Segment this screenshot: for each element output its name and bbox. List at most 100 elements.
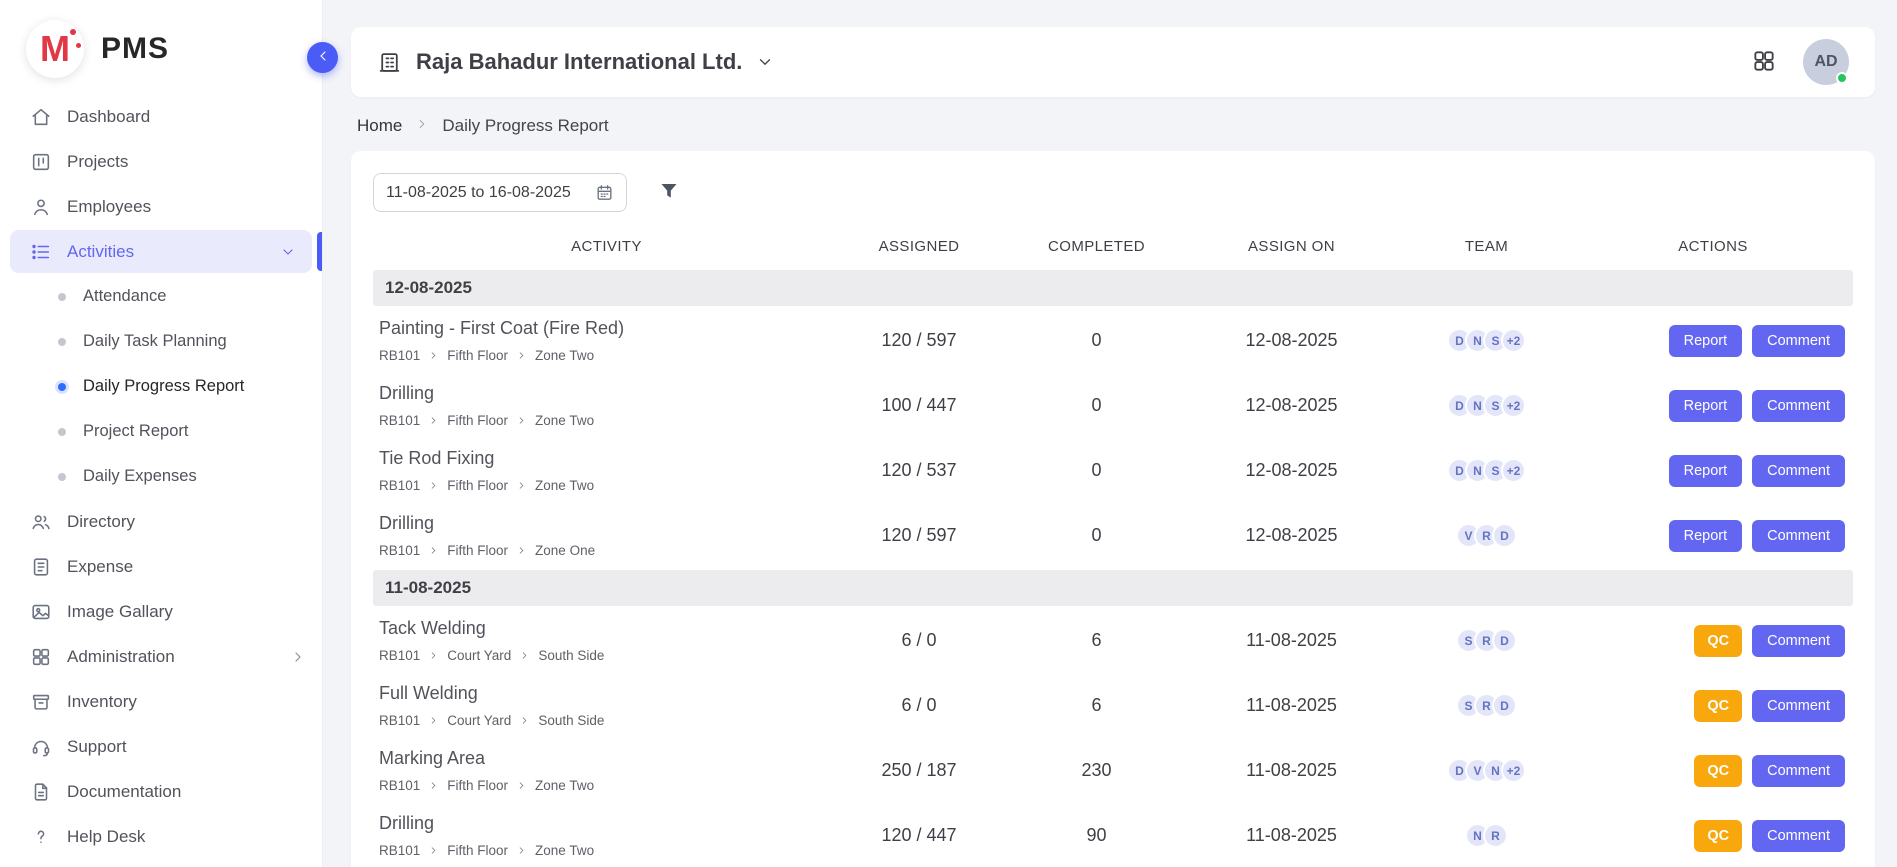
sidebar-subitem-daily-expenses[interactable]: Daily Expenses xyxy=(0,454,322,499)
activity-location-path: RB101Fifth FloorZone Two xyxy=(379,778,824,793)
date-range-value: 11-08-2025 to 16-08-2025 xyxy=(386,184,571,202)
comment-button[interactable]: Comment xyxy=(1752,455,1845,487)
activity-cell: DrillingRB101Fifth FloorZone Two xyxy=(379,813,834,858)
sidebar-item-label: Projects xyxy=(67,152,128,172)
breadcrumb-home[interactable]: Home xyxy=(357,116,402,136)
report-button[interactable]: Report xyxy=(1669,455,1743,487)
activity-title: Tie Rod Fixing xyxy=(379,448,824,469)
report-card: 11-08-2025 to 16-08-2025 ACTIVITYASSIGNE… xyxy=(351,151,1875,867)
sidebar-item-help-desk[interactable]: Help Desk xyxy=(0,814,322,859)
qc-button[interactable]: QC xyxy=(1694,625,1742,657)
bullet-dot-icon xyxy=(58,293,66,301)
user-avatar[interactable]: AD xyxy=(1803,39,1849,85)
company-name: Raja Bahadur International Ltd. xyxy=(416,49,742,75)
company-selector[interactable]: Raja Bahadur International Ltd. xyxy=(377,49,774,75)
comment-button[interactable]: Comment xyxy=(1752,625,1845,657)
completed-cell: 0 xyxy=(1004,395,1189,416)
qc-button[interactable]: QC xyxy=(1694,820,1742,852)
sidebar-item-administration[interactable]: Administration xyxy=(0,634,322,679)
sidebar-item-label: Administration xyxy=(67,647,175,667)
sidebar-item-label: Inventory xyxy=(67,692,137,712)
sidebar-item-inventory[interactable]: Inventory xyxy=(0,679,322,724)
date-range-input[interactable]: 11-08-2025 to 16-08-2025 xyxy=(373,173,627,212)
comment-button[interactable]: Comment xyxy=(1752,755,1845,787)
chevron-right-icon xyxy=(428,650,439,661)
sidebar-item-projects[interactable]: Projects xyxy=(0,139,322,184)
sidebar-subitem-attendance[interactable]: Attendance xyxy=(0,274,322,319)
sidebar-item-activities[interactable]: Activities xyxy=(10,230,312,273)
assigned-cell: 120 / 597 xyxy=(834,525,1004,546)
completed-cell: 6 xyxy=(1004,695,1189,716)
comment-button[interactable]: Comment xyxy=(1752,390,1845,422)
sidebar-item-expense[interactable]: Expense xyxy=(0,544,322,589)
activity-cell: DrillingRB101Fifth FloorZone Two xyxy=(379,383,834,428)
table-header: ACTIVITYASSIGNEDCOMPLETEDASSIGN ONTEAMAC… xyxy=(373,220,1853,268)
activity-title: Drilling xyxy=(379,513,824,534)
path-segment: RB101 xyxy=(379,348,420,363)
path-segment: Zone One xyxy=(535,543,595,558)
table-row: Painting - First Coat (Fire Red) RB101 Fif… xyxy=(373,308,1853,373)
help-icon xyxy=(30,826,52,848)
table-row: Full WeldingRB101Court YardSouth Side6 /… xyxy=(373,673,1853,738)
comment-button[interactable]: Comment xyxy=(1752,325,1845,357)
report-button[interactable]: Report xyxy=(1669,325,1743,357)
online-status-dot xyxy=(1836,72,1848,84)
chevron-right-icon xyxy=(516,415,527,426)
sidebar-nav: Dashboard Projects EmployeesActivities Atte… xyxy=(0,94,322,859)
comment-button[interactable]: Comment xyxy=(1752,520,1845,552)
sidebar-subitem-project-report[interactable]: Project Report xyxy=(0,409,322,454)
completed-cell: 90 xyxy=(1004,825,1189,846)
path-segment: Zone Two xyxy=(535,413,594,428)
sidebar-item-dashboard[interactable]: Dashboard xyxy=(0,94,322,139)
completed-cell: 6 xyxy=(1004,630,1189,651)
activity-title: Painting - First Coat (Fire Red) xyxy=(379,318,824,339)
activity-location-path: RB101Fifth FloorZone Two xyxy=(379,478,824,493)
team-cell: DNS+2 xyxy=(1394,458,1579,483)
actions-cell: Report Comment xyxy=(1579,455,1847,487)
chevron-right-icon xyxy=(428,845,439,856)
report-button[interactable]: Report xyxy=(1669,390,1743,422)
table-row: Tack WeldingRB101Court YardSouth Side6 /… xyxy=(373,608,1853,673)
team-cell: SRD xyxy=(1394,628,1579,653)
sidebar-subitem-daily-progress-report[interactable]: Daily Progress Report xyxy=(0,364,322,409)
app-root: M PMS Dashboard Projects EmployeesActiviti… xyxy=(0,0,1897,867)
assign-on-cell: 11-08-2025 xyxy=(1189,825,1394,846)
apps-grid-button[interactable] xyxy=(1751,48,1777,77)
sidebar-item-employees[interactable]: Employees xyxy=(0,184,322,229)
administration-icon xyxy=(30,646,52,668)
sidebar-subitem-label: Attendance xyxy=(83,287,166,306)
assign-on-cell: 11-08-2025 xyxy=(1189,760,1394,781)
team-more-badge: +2 xyxy=(1501,328,1526,353)
chevron-down-icon xyxy=(756,53,774,71)
table-row: DrillingRB101Fifth FloorZone Two120 / 44… xyxy=(373,803,1853,867)
column-header-activity: ACTIVITY xyxy=(379,238,834,255)
path-segment: South Side xyxy=(538,713,604,728)
report-button[interactable]: Report xyxy=(1669,520,1743,552)
breadcrumb: Home Daily Progress Report xyxy=(357,116,1869,136)
sidebar-item-directory[interactable]: Directory xyxy=(0,499,322,544)
sidebar-item-label: Documentation xyxy=(67,782,181,802)
avatar-initials: AD xyxy=(1814,53,1837,71)
team-cell: DNS+2 xyxy=(1394,328,1579,353)
logo-row: M PMS xyxy=(0,0,322,94)
sidebar-subitem-label: Project Report xyxy=(83,422,188,441)
sidebar-item-documentation[interactable]: Documentation xyxy=(0,769,322,814)
comment-button[interactable]: Comment xyxy=(1752,820,1845,852)
qc-button[interactable]: QC xyxy=(1694,755,1742,787)
path-segment: Fifth Floor xyxy=(447,348,508,363)
topbar-right: AD xyxy=(1751,39,1849,85)
completed-cell: 0 xyxy=(1004,460,1189,481)
comment-button[interactable]: Comment xyxy=(1752,690,1845,722)
sidebar-item-image-gallary[interactable]: Image Gallary xyxy=(0,589,322,634)
filter-button[interactable] xyxy=(657,179,681,206)
sidebar-subitem-label: Daily Expenses xyxy=(83,467,197,486)
path-segment: Fifth Floor xyxy=(447,478,508,493)
sidebar-item-support[interactable]: Support xyxy=(0,724,322,769)
assigned-cell: 120 / 537 xyxy=(834,460,1004,481)
sidebar-subitem-daily-task-planning[interactable]: Daily Task Planning xyxy=(0,319,322,364)
actions-cell: Report Comment xyxy=(1579,325,1847,357)
sidebar-collapse-button[interactable] xyxy=(307,42,338,73)
team-member-avatar: D xyxy=(1492,628,1517,653)
qc-button[interactable]: QC xyxy=(1694,690,1742,722)
gallery-icon xyxy=(30,601,52,623)
